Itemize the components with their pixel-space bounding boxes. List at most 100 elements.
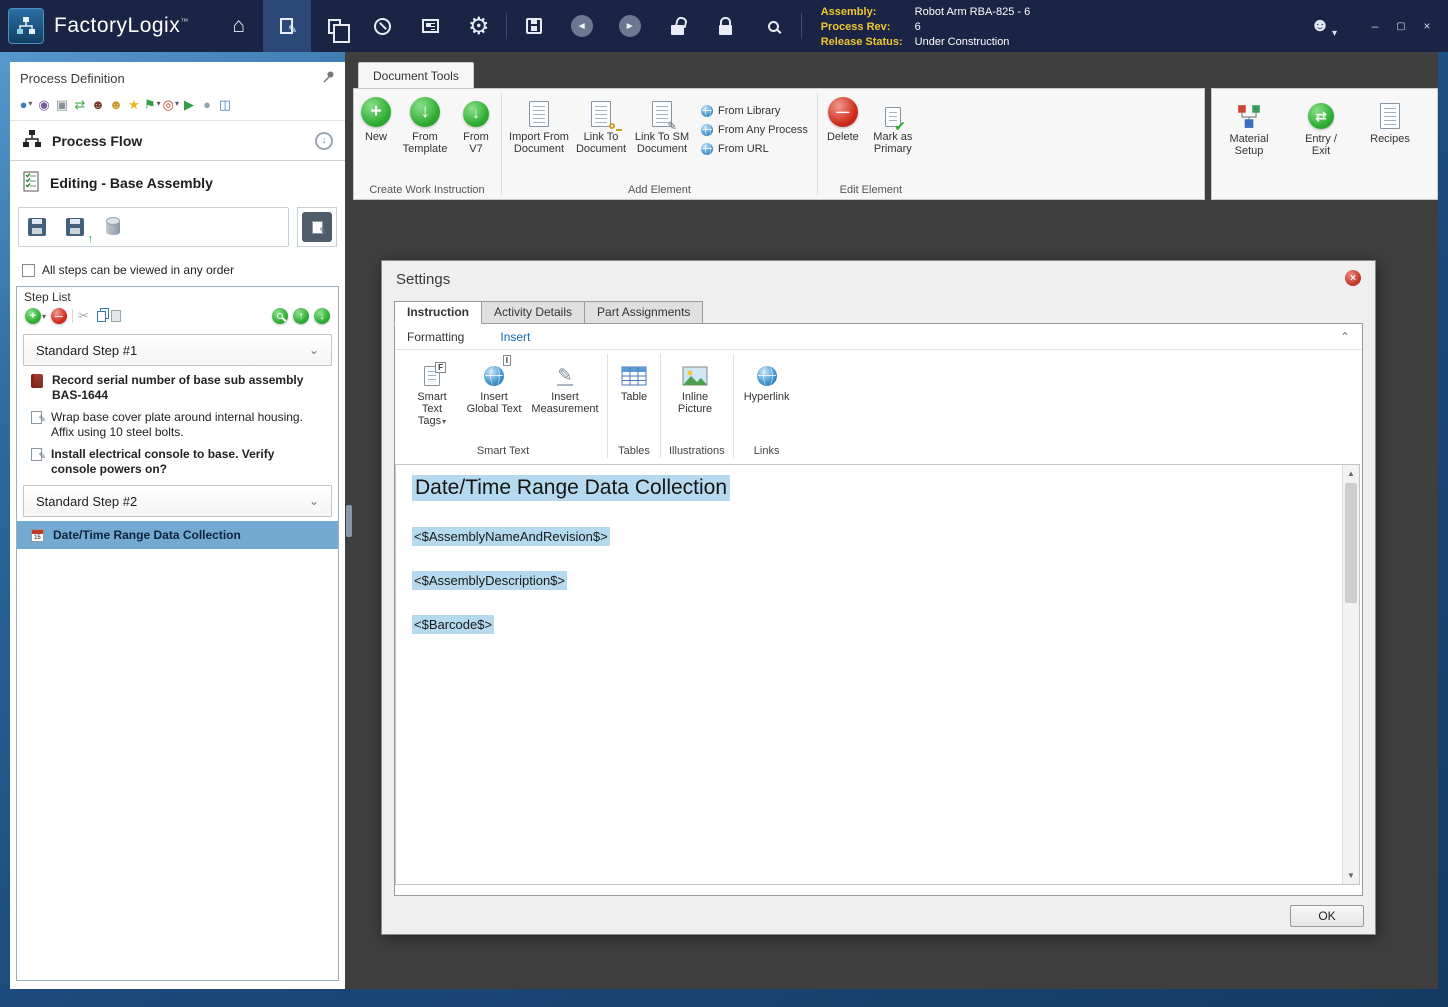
news-icon[interactable] — [407, 0, 455, 52]
table-button[interactable]: Table — [612, 358, 656, 405]
mark-as-primary-button[interactable]: ✔ Mark as Primary — [865, 95, 921, 157]
step-item[interactable]: Wrap base cover plate around internal ho… — [17, 407, 338, 444]
step-group-1[interactable]: Standard Step #1 ⌄ — [23, 334, 332, 366]
lock-icon[interactable] — [702, 0, 750, 52]
back-icon[interactable]: ◄ — [558, 0, 606, 52]
remove-step-button[interactable]: — — [51, 308, 68, 324]
recipes-button[interactable]: Recipes — [1366, 97, 1414, 147]
dialog-close-icon[interactable]: × — [1345, 270, 1361, 286]
editor-scrollbar[interactable]: ▲ ▼ — [1342, 465, 1359, 884]
flag-icon[interactable]: ⚑ ▾ — [144, 96, 161, 112]
from-v7-button[interactable]: ↓ From V7 — [454, 95, 498, 157]
editor-heading[interactable]: Date/Time Range Data Collection — [412, 475, 731, 501]
favorites-icon[interactable]: ★ — [126, 96, 142, 112]
ribbon-separator — [732, 354, 734, 458]
move-down-button[interactable]: ↓ — [314, 308, 330, 324]
collapse-section-icon[interactable]: ↓ — [315, 131, 333, 150]
collapse-ribbon-icon[interactable]: ⌃ — [1340, 330, 1350, 344]
editor-content[interactable]: Date/Time Range Data Collection <$Assemb… — [396, 465, 1342, 884]
add-step-button[interactable]: + ▾ — [25, 308, 46, 324]
scroll-up-icon[interactable]: ▲ — [1343, 465, 1359, 482]
process-flow-label: Process Flow — [52, 132, 143, 149]
edit-work-instruction-button[interactable] — [297, 207, 337, 247]
step-list-body: Standard Step #1 ⌄ Record serial number … — [17, 330, 338, 549]
audit-search-icon[interactable] — [750, 0, 798, 52]
tab-instruction[interactable]: Instruction — [394, 301, 482, 324]
model-view-icon[interactable]: ● ▾ — [18, 96, 34, 112]
maximize-button[interactable]: ▢ — [1390, 16, 1412, 36]
process-rev-label: Process Rev: — [820, 21, 891, 33]
titlebar: FactoryLogix™ ⌂ ⚙ ◄ ► Assembly: Robot Ar… — [0, 0, 1448, 52]
tab-activity-details[interactable]: Activity Details — [481, 301, 586, 324]
settings-gear-icon[interactable]: ⚙ — [455, 0, 503, 52]
step-item-selected[interactable]: Date/Time Range Data Collection — [17, 521, 338, 549]
work-instructions-icon[interactable] — [262, 0, 311, 52]
process-flow-row[interactable]: Process Flow ↓ — [10, 120, 345, 160]
from-library-button[interactable]: From Library — [701, 105, 808, 117]
minimize-button[interactable]: – — [1364, 16, 1386, 36]
target-icon[interactable]: ◎ ▾ — [163, 96, 179, 112]
operator-icon[interactable]: ☻ — [90, 96, 106, 112]
pause-icon[interactable]: ◫ — [217, 96, 233, 112]
sync-icon[interactable]: ⇄ — [72, 96, 88, 112]
print-icon[interactable]: ▣ — [54, 96, 70, 112]
link-to-sm-document-button[interactable]: ✎ Link To SM Document — [629, 95, 695, 157]
delete-database-button[interactable] — [99, 213, 127, 241]
link-to-document-button[interactable]: Link To Document — [573, 95, 629, 157]
unlock-icon[interactable] — [654, 0, 702, 52]
smart-text-token[interactable]: <$AssemblyDescription$> — [412, 571, 568, 590]
instruction-editor[interactable]: Date/Time Range Data Collection <$Assemb… — [395, 464, 1360, 885]
from-url-button[interactable]: From URL — [701, 143, 808, 155]
pin-icon[interactable] — [322, 70, 335, 86]
insert-global-text-button[interactable]: I Insert Global Text — [461, 355, 527, 417]
record-icon[interactable]: ● — [199, 96, 215, 112]
paste-icon[interactable] — [110, 310, 121, 322]
from-template-button[interactable]: ↓ From Template — [396, 95, 454, 157]
scroll-down-icon[interactable]: ▼ — [1343, 867, 1359, 884]
orbit-icon[interactable]: ◉ — [36, 96, 52, 112]
step-item[interactable]: Install electrical console to base. Veri… — [17, 444, 338, 481]
close-button[interactable]: × — [1416, 16, 1438, 36]
any-order-checkbox[interactable] — [22, 263, 35, 277]
ok-button[interactable]: OK — [1290, 905, 1364, 927]
import-button[interactable]: ↑ — [61, 213, 93, 245]
material-setup-button[interactable]: Material Setup — [1222, 97, 1276, 159]
scroll-thumb[interactable] — [1345, 483, 1357, 603]
save-button[interactable] — [23, 213, 51, 241]
step-item[interactable]: Record serial number of base sub assembl… — [17, 370, 338, 407]
delete-button[interactable]: — Delete — [821, 95, 865, 145]
home-icon[interactable]: ⌂ — [215, 0, 263, 52]
copy-icon[interactable] — [94, 310, 106, 322]
chevron-down-icon[interactable]: ⌄ — [309, 343, 319, 357]
find-step-button[interactable] — [272, 308, 288, 324]
panel-splitter[interactable] — [346, 505, 352, 537]
cut-icon[interactable]: ✂ — [78, 308, 89, 324]
tab-document-tools[interactable]: Document Tools — [358, 62, 474, 88]
chevron-down-icon[interactable]: ⌄ — [309, 494, 319, 508]
move-up-button[interactable]: ↑ — [293, 308, 309, 324]
smart-text-token[interactable]: <$Barcode$> — [412, 615, 495, 634]
user-icon[interactable]: ☻ ▾ — [1310, 15, 1337, 39]
from-any-process-button[interactable]: From Any Process — [701, 124, 808, 136]
hyperlink-button[interactable]: Hyperlink — [738, 358, 796, 405]
documents-stack-icon[interactable] — [311, 0, 359, 52]
save-icon[interactable] — [510, 0, 558, 52]
work-instruction-icon — [31, 448, 46, 464]
import-from-document-button[interactable]: Import From Document — [505, 95, 573, 157]
tab-formatting[interactable]: Formatting — [407, 330, 464, 344]
compass-icon[interactable] — [359, 0, 407, 52]
inline-picture-button[interactable]: Inline Picture — [665, 358, 725, 417]
smart-text-tags-button[interactable]: F Smart Text Tags▾ — [403, 358, 461, 430]
start-icon[interactable]: ▶ — [181, 96, 197, 112]
step-group-2[interactable]: Standard Step #2 ⌄ — [23, 485, 332, 517]
engineer-icon[interactable]: ☻ — [108, 96, 124, 112]
tab-part-assignments[interactable]: Part Assignments — [584, 301, 704, 324]
insert-measurement-button[interactable]: ✎ Insert Measurement — [527, 358, 603, 417]
document-check-icon: ✔ — [884, 107, 906, 133]
forward-icon[interactable]: ► — [606, 0, 654, 52]
new-button[interactable]: + New — [356, 95, 396, 145]
smart-text-token[interactable]: <$AssemblyNameAndRevision$> — [412, 527, 610, 546]
entry-exit-button[interactable]: ⇄ Entry / Exit — [1292, 97, 1350, 159]
tab-insert[interactable]: Insert — [500, 330, 530, 344]
ribbon-separator — [607, 354, 608, 458]
